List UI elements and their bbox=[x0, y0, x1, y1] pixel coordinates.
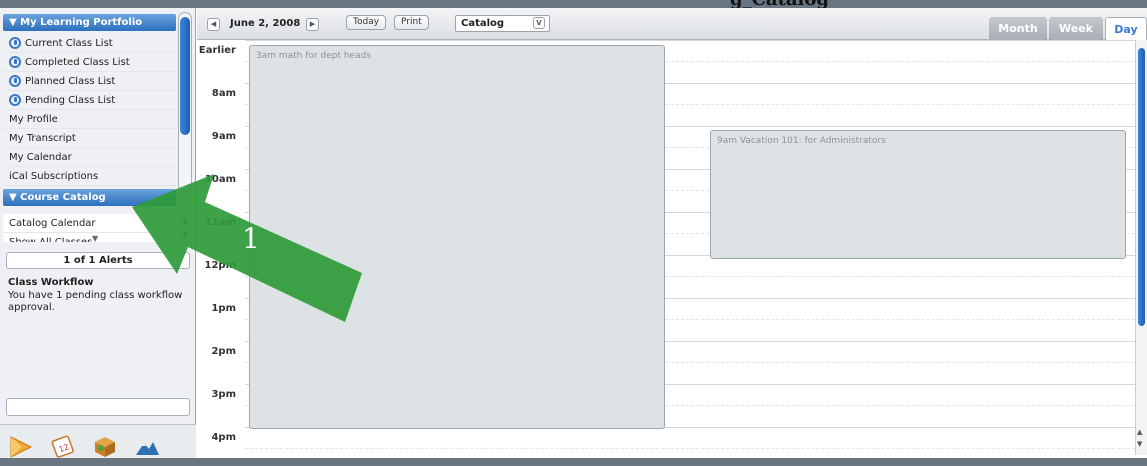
window-title-strip: g_Catalog bbox=[0, 0, 1147, 10]
prev-day-button[interactable]: ◀ bbox=[207, 18, 220, 31]
time-label: 11am bbox=[204, 217, 236, 228]
sidebar-item-current-class-list[interactable]: Current Class List bbox=[3, 34, 176, 53]
catalog-select-value: Catalog bbox=[461, 18, 505, 29]
tab-day[interactable]: Day bbox=[1105, 17, 1147, 40]
catalog-select[interactable]: Catalog V bbox=[455, 15, 550, 32]
time-label: 2pm bbox=[211, 346, 236, 357]
scroll-down-icon[interactable]: ▼ bbox=[1137, 440, 1142, 448]
scrollbar-thumb[interactable] bbox=[1138, 48, 1145, 326]
time-label: 8am bbox=[211, 88, 236, 99]
sidebar-item-my-transcript[interactable]: My Transcript bbox=[3, 129, 176, 148]
time-label: 12pm bbox=[204, 260, 237, 271]
alert-title: Class Workflow bbox=[8, 277, 94, 288]
course-catalog-header[interactable]: ▼ Course Catalog bbox=[3, 189, 176, 206]
time-label: 3pm bbox=[211, 389, 236, 400]
expand-chevron-icon[interactable]: ▼ bbox=[92, 234, 98, 243]
sidebar-item-completed-class-list[interactable]: Completed Class List bbox=[3, 53, 176, 72]
sidebar-item-my-profile[interactable]: My Profile bbox=[3, 110, 176, 129]
scroll-down-icon[interactable]: ▼ bbox=[180, 228, 190, 242]
time-label: 10am bbox=[204, 174, 236, 185]
sidebar-item-label: iCal Subscriptions bbox=[9, 170, 99, 182]
class-icon bbox=[9, 56, 21, 68]
half-hour-line bbox=[245, 448, 1135, 449]
time-label: 4pm bbox=[211, 432, 236, 443]
sidebar-item-label: Planned Class List bbox=[25, 75, 116, 87]
sidebar-item-catalog-calendar[interactable]: Catalog Calendar bbox=[3, 214, 176, 233]
portfolio-list: Current Class List Completed Class List … bbox=[3, 34, 176, 186]
scrollbar-thumb[interactable] bbox=[180, 17, 190, 135]
sidebar-item-ical-subscriptions[interactable]: iCal Subscriptions bbox=[3, 167, 176, 186]
sidebar-item-label: My Profile bbox=[9, 113, 58, 125]
today-button[interactable]: Today bbox=[346, 15, 387, 30]
sidebar-item-label: My Calendar bbox=[9, 151, 72, 163]
sidebar-item-label: Show All Classes bbox=[9, 236, 93, 243]
next-day-button[interactable]: ▶ bbox=[306, 18, 319, 31]
sidebar: ▼ My Learning Portfolio Current Class Li… bbox=[0, 8, 196, 466]
scroll-up-icon[interactable]: ▲ bbox=[1137, 428, 1142, 436]
calendar-scrollbar[interactable]: ▲ ▼ bbox=[1135, 40, 1147, 455]
tab-week[interactable]: Week bbox=[1049, 17, 1103, 40]
learning-icon[interactable] bbox=[8, 433, 34, 459]
tab-month[interactable]: Month bbox=[989, 17, 1047, 40]
alerts-counter[interactable]: 1 of 1 Alerts bbox=[6, 252, 190, 269]
catalog-scrollbar[interactable]: ▲ ▼ bbox=[180, 214, 190, 242]
my-learning-portfolio-header[interactable]: ▼ My Learning Portfolio bbox=[3, 14, 176, 31]
time-label: Earlier bbox=[198, 45, 236, 56]
hour-line bbox=[245, 40, 1135, 41]
sidebar-item-label: Catalog Calendar bbox=[9, 217, 96, 229]
class-icon bbox=[9, 75, 21, 87]
sidebar-item-my-calendar[interactable]: My Calendar bbox=[3, 148, 176, 167]
event-title: 3am math for dept heads bbox=[256, 51, 371, 61]
dropdown-icon[interactable]: V bbox=[533, 17, 545, 29]
portfolio-scrollbar[interactable] bbox=[178, 12, 192, 192]
sidebar-item-label: Pending Class List bbox=[25, 94, 116, 106]
scroll-up-icon[interactable]: ▲ bbox=[180, 214, 190, 228]
calendar-event[interactable]: 3am math for dept heads bbox=[249, 45, 665, 429]
sidebar-item-planned-class-list[interactable]: Planned Class List bbox=[3, 72, 176, 91]
sidebar-item-pending-class-list[interactable]: Pending Class List bbox=[3, 91, 176, 110]
alert-input[interactable] bbox=[6, 398, 190, 416]
catalog-icon[interactable] bbox=[92, 433, 118, 459]
calendar-toolbar: ◀ June 2, 2008 ▶ Today Print Catalog V M… bbox=[197, 8, 1147, 40]
annotation-number: 1 bbox=[242, 222, 260, 255]
time-label: 1pm bbox=[211, 303, 236, 314]
analytics-icon[interactable] bbox=[134, 433, 160, 459]
current-date: June 2, 2008 bbox=[230, 18, 301, 29]
alert-body: You have 1 pending class workflow approv… bbox=[8, 290, 183, 313]
print-button[interactable]: Print bbox=[394, 15, 429, 30]
sidebar-item-show-all-classes[interactable]: Show All Classes bbox=[3, 233, 176, 242]
class-icon bbox=[9, 37, 21, 49]
window-bottom-strip bbox=[0, 458, 1147, 466]
class-icon bbox=[9, 94, 21, 106]
event-title: 9am Vacation 101: for Administrators bbox=[717, 136, 886, 146]
sidebar-item-label: My Transcript bbox=[9, 132, 76, 144]
calendar-event[interactable]: 9am Vacation 101: for Administrators bbox=[710, 130, 1126, 259]
calendar-icon[interactable]: 12 bbox=[50, 433, 76, 459]
sidebar-item-label: Completed Class List bbox=[25, 56, 130, 68]
catalog-list: Catalog Calendar Show All Classes bbox=[3, 214, 176, 242]
day-view-grid: Earlier 8am 9am 10am 11am 12pm 1pm 2pm 3… bbox=[197, 40, 1135, 455]
sidebar-item-label: Current Class List bbox=[25, 37, 113, 49]
time-label: 9am bbox=[211, 131, 236, 142]
